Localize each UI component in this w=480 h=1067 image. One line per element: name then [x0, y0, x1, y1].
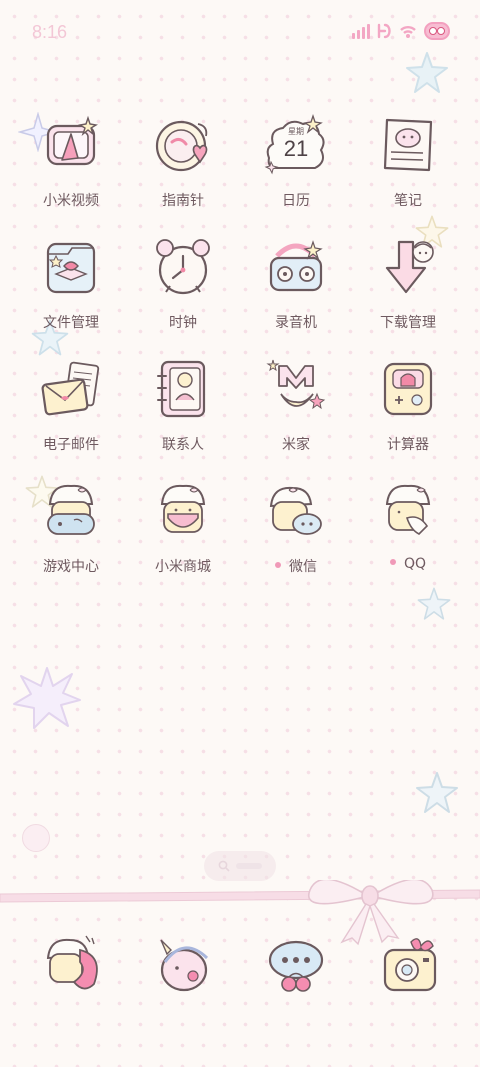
app-file-manager[interactable]: 文件管理: [15, 234, 127, 332]
app-label: QQ: [352, 556, 464, 572]
camera-bow-icon: [383, 938, 437, 992]
app-label-text: 微信: [289, 559, 317, 575]
app-label: 时钟: [169, 315, 197, 331]
app-calendar[interactable]: 星期 21 日历: [240, 112, 352, 210]
app-label: 文件管理: [43, 315, 99, 331]
calendar-day: 21: [283, 136, 309, 161]
search-icon: [218, 860, 230, 872]
calculator-icon: [375, 356, 441, 422]
app-email[interactable]: 电子邮件: [15, 356, 127, 454]
contacts-book-icon: [150, 356, 216, 422]
envelope-icon: [38, 356, 104, 422]
search-placeholder: [236, 863, 262, 869]
app-calculator[interactable]: 计算器: [352, 356, 464, 454]
phone-girl-icon: [46, 935, 98, 990]
calendar-cloud-icon: 星期 21: [263, 112, 329, 178]
app-label: 米家: [282, 437, 310, 453]
app-xiaomi-mall[interactable]: 小米商城: [127, 478, 239, 576]
shop-girl-icon: [150, 478, 216, 544]
wechat-girl-icon: [263, 478, 329, 544]
home-search-pill[interactable]: [204, 851, 276, 881]
new-install-dot: [389, 559, 396, 565]
app-contacts[interactable]: 联系人: [127, 356, 239, 454]
app-label: 联系人: [162, 437, 204, 453]
alarm-clock-icon: [150, 234, 216, 300]
app-label-text: QQ: [403, 556, 427, 572]
compass-heart-icon: [150, 112, 216, 178]
app-label: 计算器: [387, 437, 429, 453]
star-decoration-icon: [416, 772, 458, 813]
download-arrow-icon: [375, 234, 441, 300]
app-label: 小米商城: [155, 559, 211, 575]
signal-icon: [352, 23, 370, 39]
app-mijia[interactable]: 米家: [240, 356, 352, 454]
app-notes[interactable]: 笔记: [352, 112, 464, 210]
dock-phone[interactable]: [40, 932, 106, 998]
burst-star-decoration-icon: [13, 667, 81, 729]
qq-girl-icon: [375, 478, 441, 544]
dock-camera[interactable]: [377, 932, 443, 998]
app-label: 日历: [282, 193, 310, 209]
app-label: 录音机: [275, 315, 317, 331]
app-game-center[interactable]: 游戏中心: [15, 478, 127, 576]
app-label: 小米视频: [43, 193, 99, 209]
folder-bow-icon: [38, 234, 104, 300]
hd-icon: [377, 23, 391, 39]
new-install-dot: [275, 562, 281, 568]
game-girl-icon: [38, 478, 104, 544]
app-qq[interactable]: QQ: [352, 478, 464, 572]
mijia-moon-icon: [263, 356, 329, 422]
recorder-icon: [263, 234, 329, 300]
app-label: 笔记: [394, 193, 422, 209]
wifi-icon: [400, 25, 416, 38]
app-label: 微信: [240, 556, 352, 576]
video-tv-icon: [38, 112, 104, 178]
app-label: 游戏中心: [43, 559, 99, 575]
app-label: 电子邮件: [43, 437, 99, 453]
app-label: 下载管理: [380, 315, 436, 331]
messages-cherry-icon: [268, 940, 324, 992]
notes-icon: [375, 112, 441, 178]
battery-icon: [424, 22, 450, 40]
app-recorder[interactable]: 录音机: [240, 234, 352, 332]
app-label: 指南针: [162, 193, 204, 209]
status-time: 8:16: [32, 22, 68, 42]
app-clock[interactable]: 时钟: [127, 234, 239, 332]
status-icons: [352, 22, 450, 40]
app-compass[interactable]: 指南针: [127, 112, 239, 210]
bubble-decoration: [22, 824, 50, 852]
app-download-manager[interactable]: 下载管理: [352, 234, 464, 332]
app-wechat[interactable]: 微信: [240, 478, 352, 576]
dock-messages[interactable]: [263, 932, 329, 998]
star-decoration-icon: [417, 587, 451, 620]
star-decoration-icon: [406, 52, 448, 93]
dock-browser[interactable]: [151, 932, 217, 998]
browser-unicorn-icon: [160, 939, 209, 992]
app-xiaomi-video[interactable]: 小米视频: [15, 112, 127, 210]
